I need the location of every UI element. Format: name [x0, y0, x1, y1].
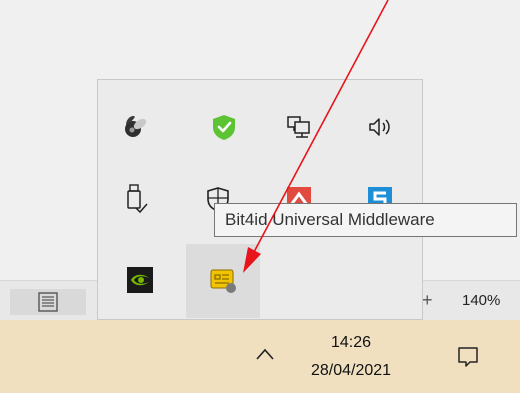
tray-item-speaker-satellite[interactable] — [115, 107, 155, 147]
tray-overflow-flyout — [97, 79, 423, 320]
nvidia-icon — [127, 267, 153, 293]
smartcard-icon — [210, 269, 236, 293]
zoom-in-button[interactable]: + — [422, 290, 433, 311]
taskbar: 14:26 28/04/2021 — [0, 320, 520, 393]
page-view-icon — [38, 292, 58, 312]
tray-item-nvidia[interactable] — [120, 260, 160, 300]
tray-item-volume[interactable] — [360, 107, 400, 147]
notification-icon — [458, 347, 478, 367]
tray-item-green-shield[interactable] — [204, 107, 244, 147]
usb-drive-icon — [127, 184, 148, 214]
green-check-shield-icon — [213, 115, 235, 140]
tooltip: Bit4id Universal Middleware — [214, 203, 517, 237]
action-center-button[interactable] — [448, 340, 488, 374]
clock-date: 28/04/2021 — [310, 362, 392, 379]
clock-time: 14:26 — [330, 334, 372, 351]
network-icon — [287, 116, 310, 138]
tray-item-usb-drive[interactable] — [115, 179, 155, 219]
volume-icon — [369, 118, 390, 136]
zoom-level[interactable]: 140% — [462, 292, 500, 309]
tray-item-smartcard[interactable] — [203, 260, 243, 300]
taskbar-clock[interactable]: 14:26 28/04/2021 — [296, 332, 406, 382]
chevron-up-icon — [256, 348, 274, 360]
speaker-satellite-icon — [125, 115, 147, 137]
page-view-button[interactable] — [10, 289, 86, 315]
tray-item-network[interactable] — [279, 107, 319, 147]
show-hidden-icons-button[interactable] — [250, 340, 280, 368]
